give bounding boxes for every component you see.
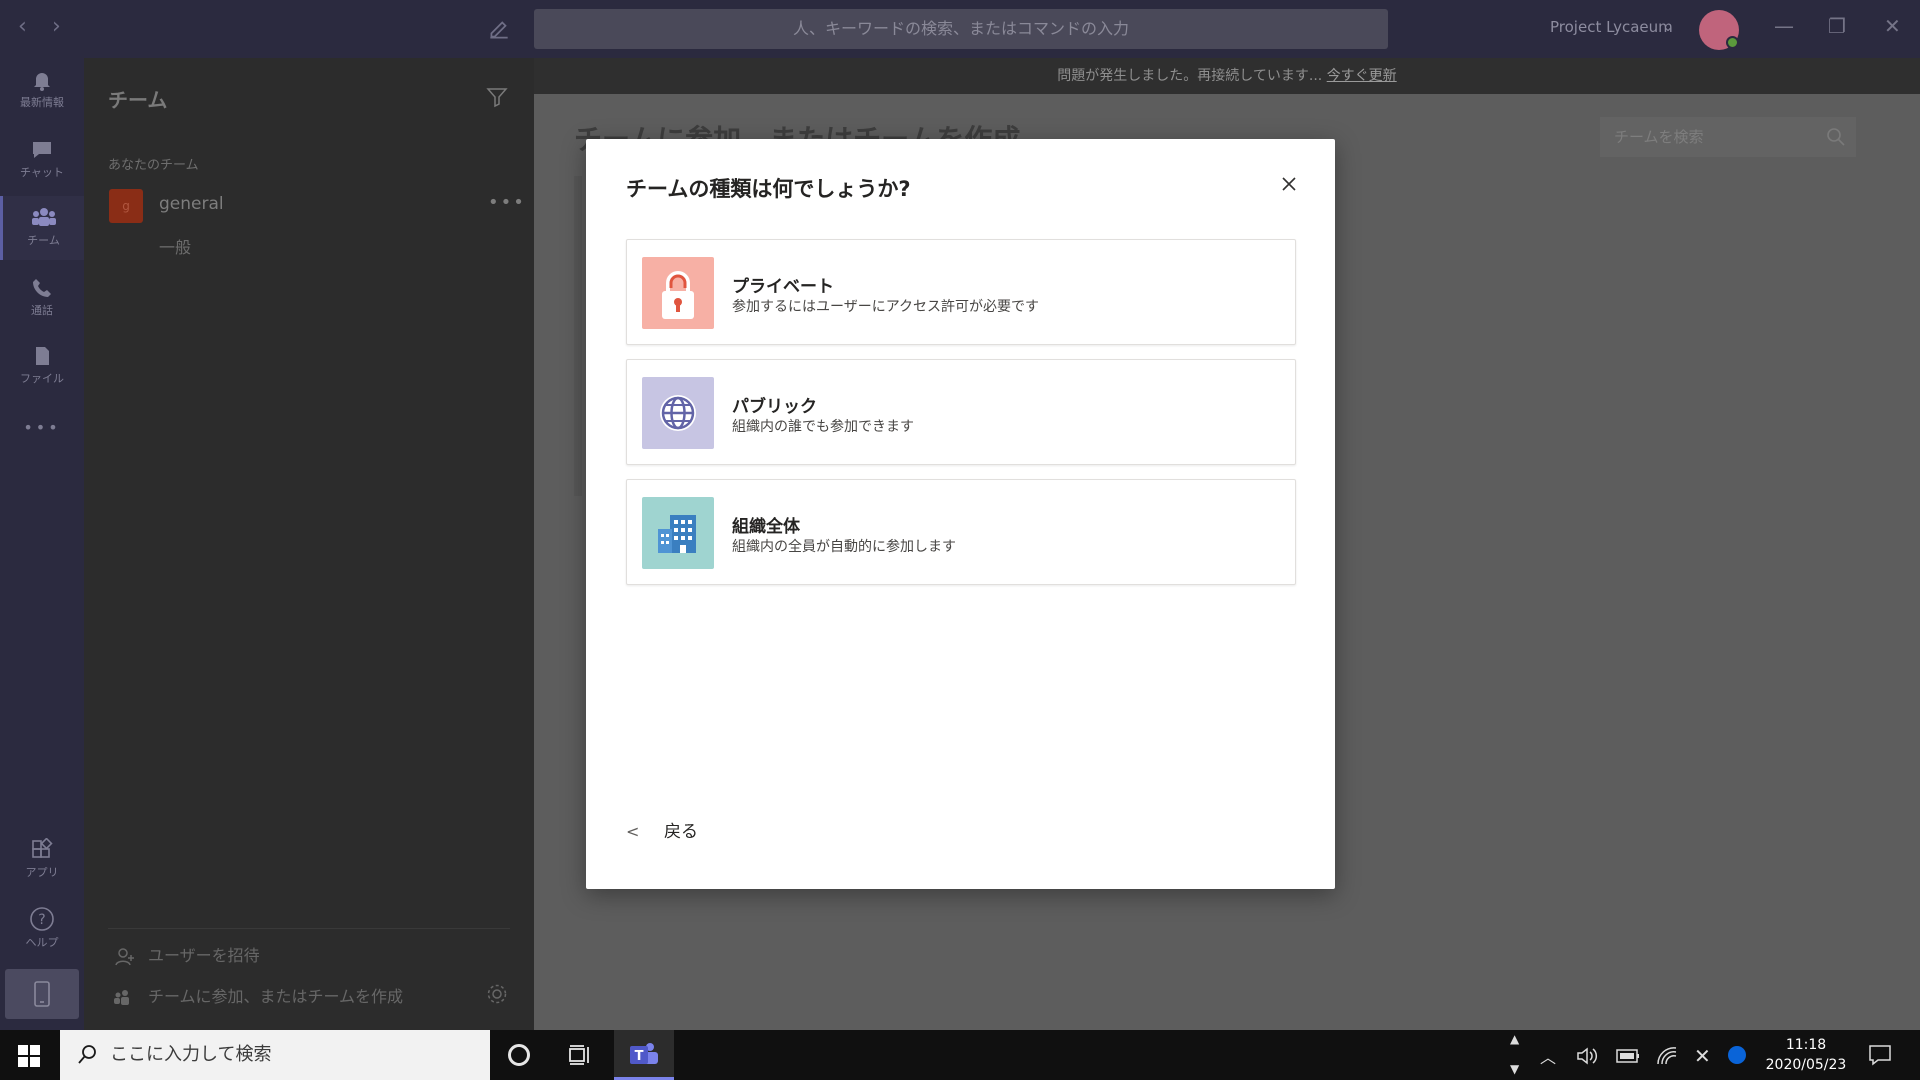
help-icon: ? [30, 907, 54, 931]
forward-nav-button[interactable]: › [52, 14, 61, 39]
mobile-phone-icon [34, 981, 50, 1007]
rail-item-calls[interactable]: 通話 [0, 266, 84, 330]
teams-pane: チーム あなたのチーム g general ••• 一般 ユーザーを招待 チーム… [84, 58, 534, 1030]
tray-scroll-down-icon[interactable]: ▼ [1510, 1062, 1519, 1076]
clock-time: 11:18 [1785, 1037, 1827, 1053]
refresh-now-link[interactable]: 今すぐ更新 [1327, 68, 1397, 84]
tenant-switcher[interactable]: Project Lycaeum [1550, 18, 1673, 36]
apps-icon [32, 838, 53, 858]
task-view-icon[interactable] [568, 1044, 592, 1066]
teams-taskbar-button[interactable]: T [614, 1030, 674, 1080]
option-description: 組織内の全員が自動的に参加します [732, 539, 956, 555]
file-icon [36, 347, 49, 365]
search-icon [78, 1045, 96, 1064]
lock-icon [642, 257, 714, 329]
banner-text: 問題が発生しました。再接続しています... [1057, 68, 1323, 84]
building-icon [642, 497, 714, 569]
cortana-icon[interactable] [508, 1044, 530, 1066]
show-hidden-icons-icon[interactable]: ︿ [1540, 1044, 1556, 1068]
title-bar: ‹ › 人、キーワードの検索、またはコマンドの入力 Project Lycaeu… [0, 0, 1920, 58]
rail-item-help[interactable]: ? ヘルプ [0, 896, 84, 960]
globe-icon [642, 377, 714, 449]
team-more-options-button[interactable]: ••• [488, 192, 526, 213]
rail-label: 最新情報 [20, 96, 64, 109]
chevron-left-icon: < [626, 822, 640, 841]
dialog-title: チームの種類は何でしょうか? [626, 177, 911, 201]
your-teams-label: あなたのチーム [108, 158, 199, 173]
close-x-icon[interactable]: ✕ [1694, 1044, 1711, 1068]
bell-icon [34, 73, 50, 91]
option-title: 組織全体 [732, 517, 800, 537]
join-or-create-team-button[interactable]: チームに参加、またはチームを作成 [114, 983, 403, 1009]
divider [108, 928, 510, 929]
teams-icon [31, 208, 56, 226]
battery-icon[interactable] [1616, 1048, 1640, 1064]
option-title: プライベート [732, 277, 834, 297]
mobile-app-button[interactable] [5, 969, 79, 1019]
back-nav-button[interactable]: ‹ [18, 14, 27, 39]
team-type-dialog: チームの種類は何でしょうか? プライベート 参加するにはユーザーにアクセス許可が… [586, 139, 1335, 889]
search-icon [1827, 128, 1845, 146]
reconnect-banner: 問題が発生しました。再接続しています... 今すぐ更新 [534, 58, 1920, 94]
rail-label: 通話 [31, 304, 53, 317]
app-rail: 最新情報 チャット チーム 通話 ファイル ••• アプリ ? ヘルプ [0, 58, 84, 1030]
rail-label: チーム [27, 234, 60, 247]
clock[interactable]: 11:18 2020/05/23 [1764, 1035, 1848, 1075]
tray-scroll-up-icon[interactable]: ▲ [1510, 1032, 1519, 1046]
close-icon[interactable] [1276, 171, 1302, 197]
pane-title: チーム [108, 88, 168, 112]
rail-item-activity[interactable]: 最新情報 [0, 58, 84, 122]
close-window-icon[interactable]: ✕ [1884, 14, 1901, 38]
clock-date: 2020/05/23 [1765, 1057, 1847, 1073]
taskbar-search-input[interactable]: ここに入力して検索 [60, 1030, 490, 1080]
rail-label: チャット [20, 166, 64, 179]
filter-icon[interactable] [486, 86, 508, 108]
rail-label: ファイル [20, 372, 64, 385]
rail-item-apps[interactable]: アプリ [0, 828, 84, 892]
back-button[interactable]: < 戻る [626, 817, 698, 842]
rail-item-teams[interactable]: チーム [0, 196, 84, 260]
chat-icon [33, 142, 51, 158]
notification-center-icon[interactable] [1868, 1044, 1892, 1066]
team-name[interactable]: general [159, 194, 224, 214]
svg-text:?: ? [38, 912, 45, 928]
presence-available-icon [1726, 36, 1739, 49]
invite-users-button[interactable]: ユーザーを招待 [114, 942, 260, 968]
rail-item-chat[interactable]: チャット [0, 128, 84, 192]
windows-start-icon[interactable] [18, 1045, 40, 1067]
restore-icon[interactable]: ❐ [1828, 14, 1846, 38]
join-create-label: チームに参加、またはチームを作成 [148, 987, 404, 1006]
chevron-down-icon: ⌄ [1663, 20, 1674, 34]
rail-more-button[interactable]: ••• [0, 418, 84, 448]
phone-icon [33, 279, 51, 297]
option-description: 組織内の誰でも参加できます [732, 419, 914, 435]
team-search-input[interactable]: チームを検索 [1600, 117, 1856, 157]
team-type-private-option[interactable]: プライベート 参加するにはユーザーにアクセス許可が必要です [626, 239, 1296, 345]
rail-label: ヘルプ [25, 936, 59, 949]
network-icon[interactable] [1656, 1046, 1678, 1066]
rail-item-files[interactable]: ファイル [0, 334, 84, 398]
volume-icon[interactable] [1576, 1046, 1598, 1066]
onedrive-status-icon[interactable] [1728, 1046, 1746, 1064]
background-card [574, 176, 582, 496]
back-label: 戻る [664, 822, 698, 842]
minimize-icon[interactable]: — [1774, 14, 1794, 38]
rail-label: アプリ [25, 866, 59, 879]
windows-taskbar: ここに入力して検索 T ▲ ▼ ︿ ✕ 11:18 2020/05/23 [0, 1030, 1920, 1080]
invite-users-label: ユーザーを招待 [148, 946, 260, 965]
add-person-icon [115, 947, 134, 965]
option-description: 参加するにはユーザーにアクセス許可が必要です [732, 299, 1040, 315]
teams-app-icon: T [630, 1043, 658, 1064]
option-title: パブリック [732, 397, 817, 417]
command-search-input[interactable]: 人、キーワードの検索、またはコマンドの入力 [534, 9, 1388, 49]
compose-icon[interactable] [486, 16, 512, 42]
team-avatar: g [109, 189, 143, 223]
gear-icon[interactable] [486, 983, 508, 1005]
team-type-public-option[interactable]: パブリック 組織内の誰でも参加できます [626, 359, 1296, 465]
channel-item-general[interactable]: 一般 [159, 234, 191, 258]
team-type-org-wide-option[interactable]: 組織全体 組織内の全員が自動的に参加します [626, 479, 1296, 585]
svg-text:T: T [635, 1049, 644, 1064]
teams-add-icon [114, 989, 129, 1005]
